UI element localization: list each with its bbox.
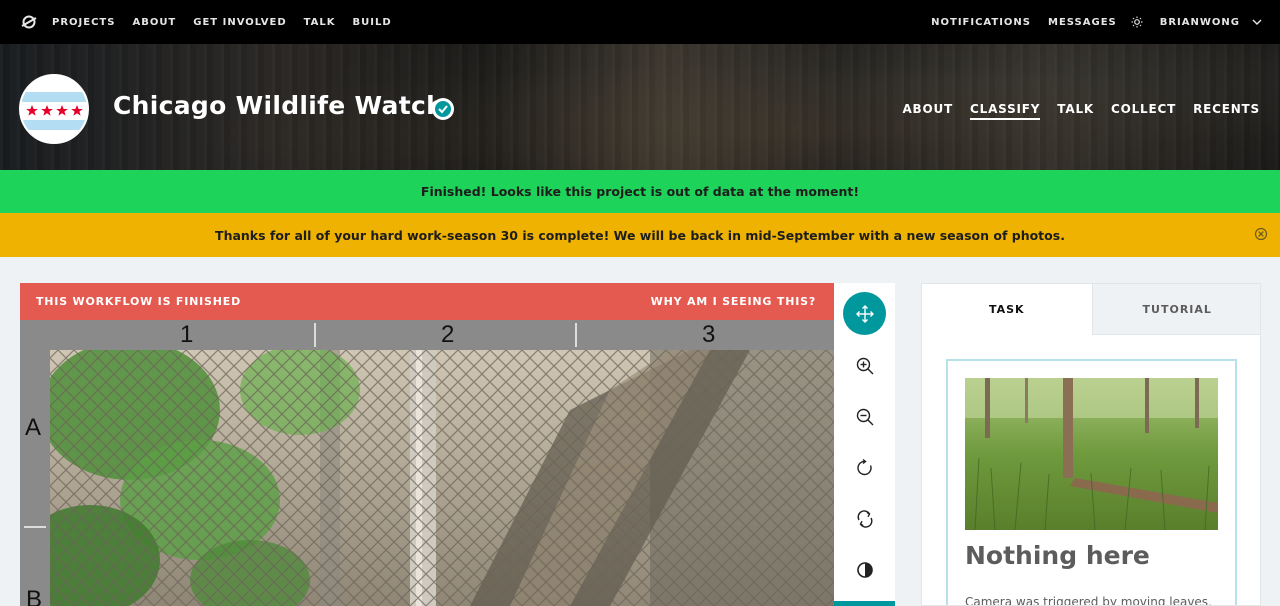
notifications-link[interactable]: NOTIFICATIONS xyxy=(931,17,1031,28)
workflow-finished-label: THIS WORKFLOW IS FINISHED xyxy=(36,295,242,308)
workflow-finished-bar: THIS WORKFLOW IS FINISHED WHY AM I SEEIN… xyxy=(20,283,834,320)
chevron-down-icon[interactable] xyxy=(1252,19,1262,26)
grid-column-label: 2 xyxy=(441,321,455,348)
tab-tutorial[interactable]: TUTORIAL xyxy=(1091,284,1260,335)
project-navigation: ABOUT CLASSIFY TALK COLLECT RECENTS xyxy=(902,102,1260,120)
top-navigation: PROJECTS ABOUT GET INVOLVED TALK BUILD N… xyxy=(0,0,1280,44)
subject-viewer: THIS WORKFLOW IS FINISHED WHY AM I SEEIN… xyxy=(20,283,834,606)
choice-card-image xyxy=(965,378,1218,530)
grid-column-header: 1 2 3 xyxy=(20,320,834,350)
checkmark-icon xyxy=(432,98,454,120)
project-nav-classify[interactable]: CLASSIFY xyxy=(970,102,1041,120)
project-header: Chicago Wildlife Watch ABOUT CLASSIFY TA… xyxy=(0,44,1280,170)
nav-talk[interactable]: TALK xyxy=(304,17,336,28)
grid-divider xyxy=(575,323,577,347)
messages-link[interactable]: MESSAGES xyxy=(1048,17,1117,28)
nav-about[interactable]: ABOUT xyxy=(132,17,176,28)
project-nav-about[interactable]: ABOUT xyxy=(902,102,953,120)
grid-row-header: A B xyxy=(20,350,50,606)
task-panel: TASK TUTORIAL Nothing here Camera was tr… xyxy=(921,283,1261,606)
project-title: Chicago Wildlife Watch xyxy=(113,91,445,120)
subject-image[interactable] xyxy=(50,350,834,606)
nav-build[interactable]: BUILD xyxy=(353,17,392,28)
grid-divider xyxy=(314,323,316,347)
zoom-in-icon[interactable] xyxy=(843,344,886,387)
season-banner: Thanks for all of your hard work-season … xyxy=(0,213,1280,257)
grid-row-label: B xyxy=(26,586,43,606)
zooniverse-logo-icon[interactable] xyxy=(20,13,38,31)
grid-column-label: 3 xyxy=(702,321,716,348)
reset-icon[interactable] xyxy=(843,497,886,540)
finished-banner-text: Finished! Looks like this project is out… xyxy=(420,184,860,199)
image-toolbar xyxy=(834,283,895,606)
toolbar-accent xyxy=(834,601,895,606)
tab-task[interactable]: TASK xyxy=(922,284,1092,335)
rotate-icon[interactable] xyxy=(843,446,886,489)
sun-icon[interactable] xyxy=(1131,16,1143,28)
finished-banner: Finished! Looks like this project is out… xyxy=(0,170,1280,213)
project-avatar[interactable] xyxy=(19,74,89,144)
project-nav-recents[interactable]: RECENTS xyxy=(1193,102,1260,120)
zoom-out-icon[interactable] xyxy=(843,395,886,438)
invert-icon[interactable] xyxy=(843,548,886,591)
close-icon[interactable] xyxy=(1254,227,1268,241)
why-seeing-this-link[interactable]: WHY AM I SEEING THIS? xyxy=(651,295,816,308)
grid-divider xyxy=(24,526,46,528)
nav-get-involved[interactable]: GET INVOLVED xyxy=(193,17,286,28)
season-banner-text: Thanks for all of your hard work-season … xyxy=(215,227,1065,243)
move-icon[interactable] xyxy=(843,292,886,335)
choice-card-nothing-here[interactable]: Nothing here Camera was triggered by mov… xyxy=(946,359,1237,606)
nav-projects[interactable]: PROJECTS xyxy=(52,17,115,28)
choice-card-description: Camera was triggered by moving leaves, xyxy=(965,595,1212,606)
grid-row-label: A xyxy=(25,414,42,441)
project-nav-talk[interactable]: TALK xyxy=(1057,102,1094,120)
grid-column-label: 1 xyxy=(180,321,194,348)
user-menu-name[interactable]: BRIANWONG xyxy=(1160,17,1240,28)
choice-card-heading: Nothing here xyxy=(965,541,1150,570)
project-nav-collect[interactable]: COLLECT xyxy=(1111,102,1176,120)
task-tabs: TASK TUTORIAL xyxy=(922,284,1260,335)
